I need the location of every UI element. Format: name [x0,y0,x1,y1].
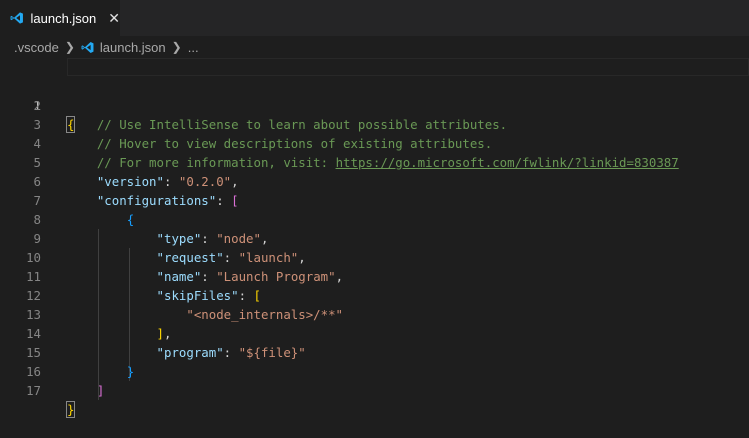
line-number: 17 [26,383,41,398]
breadcrumb-more[interactable]: ... [188,40,199,55]
vscode-icon [10,12,23,24]
tab-bar: launch.json ✕ [0,0,749,36]
breadcrumb-file[interactable]: launch.json [100,40,166,55]
brace: } [65,401,76,418]
code-line: 16 ] [0,343,749,398]
current-line-highlight [67,58,749,76]
code-line: 9 "request": "launch", [0,210,749,265]
bracket: ] [96,383,105,398]
code-line: 13 ], [0,286,749,341]
tab-label: launch.json [30,10,97,26]
code-line: 17 } [0,362,749,418]
code-line: 5 "version": "0.2.0", [0,134,749,189]
code-line: 10 "name": "Launch Program", [0,229,749,284]
tab-launch-json[interactable]: launch.json ✕ [0,0,120,36]
breadcrumb: .vscode ❯ launch.json ❯ ... [0,36,749,58]
code-line: 8 "type": "node", [0,191,749,246]
code-line: 4 // For more information, visit: https:… [0,115,749,170]
code-line: 2 // Use IntelliSense to learn about pos… [0,77,749,132]
code-editor[interactable]: 1 { 2 // Use IntelliSense to learn about… [0,58,749,418]
code-line: 1 { [0,58,749,133]
vscode-icon [81,41,94,53]
chevron-right-icon: ❯ [171,40,182,54]
code-line: 12 "<node_internals>/**" [0,267,749,322]
close-icon[interactable]: ✕ [108,11,120,25]
code-line: 15 } [0,324,749,379]
code-line: 7 { [0,172,749,227]
code-line: 14 "program": "${file}" [0,305,749,360]
code-line: 11 "skipFiles": [ [0,248,749,303]
code-line: 6 "configurations": [ [0,153,749,208]
code-line: 3 // Hover to view descriptions of exist… [0,96,749,151]
breadcrumb-folder[interactable]: .vscode [14,40,59,55]
chevron-right-icon: ❯ [64,40,75,54]
